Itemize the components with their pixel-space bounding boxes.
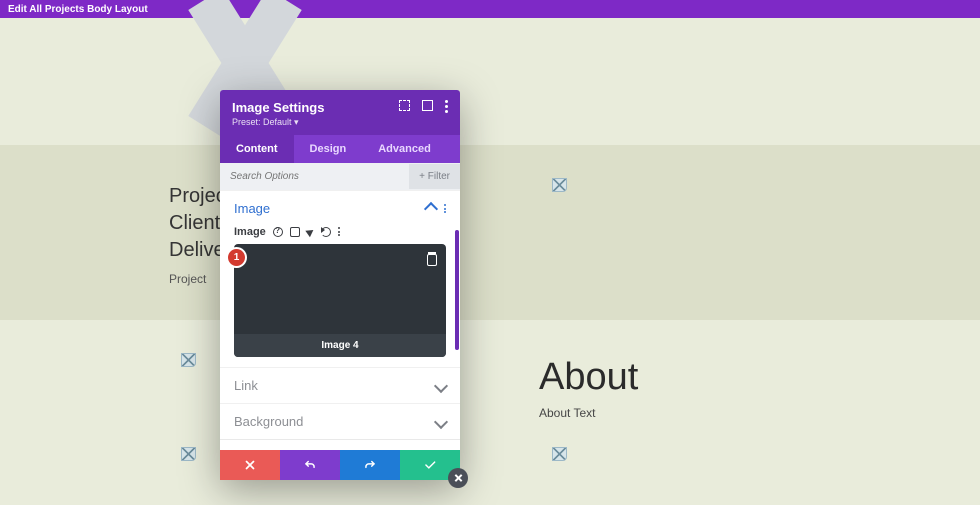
reset-icon[interactable]	[321, 227, 331, 237]
search-options-input[interactable]	[220, 163, 409, 190]
section-background-title: Background	[234, 414, 303, 429]
chevron-up-icon	[424, 201, 438, 215]
left-text-block: Projec Client Delive Project	[169, 183, 226, 286]
broken-image-icon	[181, 447, 196, 461]
modal-tabs: Content Design Advanced	[220, 135, 460, 163]
close-icon	[243, 458, 257, 472]
section-link: Link	[220, 367, 460, 403]
check-icon	[423, 458, 437, 472]
broken-image-icon	[552, 447, 567, 461]
image-preview[interactable]: Image 4	[234, 244, 446, 357]
section-image-title: Image	[234, 201, 270, 216]
section-background: Background	[220, 403, 460, 439]
section-admin-label-toggle[interactable]: Admin Label	[220, 440, 460, 450]
page-canvas: Projec Client Delive Project About About…	[0, 18, 980, 505]
kebab-menu-icon[interactable]	[445, 100, 448, 113]
section-admin-label: Admin Label	[220, 439, 460, 450]
section-link-toggle[interactable]: Link	[220, 368, 460, 403]
modal-preset-label[interactable]: Preset: Default ▾	[232, 117, 324, 128]
kebab-menu-icon[interactable]	[444, 204, 446, 213]
project-line-3: Delive	[169, 237, 226, 264]
section-image: Image Image 1	[220, 190, 460, 367]
hero-band	[0, 145, 980, 320]
about-heading: About	[539, 356, 638, 399]
undo-button[interactable]	[280, 450, 340, 480]
redo-button[interactable]	[340, 450, 400, 480]
snap-icon[interactable]	[422, 100, 433, 111]
search-row: Filter	[220, 163, 460, 190]
image-field-label-row: Image	[220, 226, 460, 244]
broken-image-icon	[181, 353, 196, 367]
admin-bar: Edit All Projects Body Layout	[0, 0, 980, 18]
broken-image-icon	[552, 178, 567, 192]
help-icon[interactable]	[273, 227, 283, 237]
modal-header[interactable]: Image Settings Preset: Default ▾	[220, 90, 460, 135]
project-line-2: Client	[169, 210, 226, 237]
hover-icon[interactable]	[305, 227, 315, 238]
filter-button[interactable]: Filter	[409, 164, 460, 189]
modal-body: Image Image 1	[220, 190, 460, 450]
project-subline: Project	[169, 272, 226, 286]
expand-icon[interactable]	[399, 100, 410, 111]
trash-icon[interactable]	[426, 252, 438, 266]
tab-design[interactable]: Design	[294, 135, 363, 163]
tab-advanced[interactable]: Advanced	[362, 135, 447, 163]
undo-icon	[303, 458, 317, 472]
image-preview-canvas	[234, 244, 446, 334]
admin-bar-title: Edit All Projects Body Layout	[8, 4, 148, 15]
about-text: About Text	[539, 406, 595, 420]
kebab-menu-icon[interactable]	[338, 227, 348, 237]
modal-footer	[220, 450, 460, 480]
responsive-icon[interactable]	[290, 227, 300, 237]
redo-icon	[363, 458, 377, 472]
section-image-toggle[interactable]: Image	[220, 191, 460, 226]
cancel-button[interactable]	[220, 450, 280, 480]
project-line-1: Projec	[169, 183, 226, 210]
chevron-down-icon	[434, 414, 448, 428]
section-background-toggle[interactable]: Background	[220, 404, 460, 439]
section-link-title: Link	[234, 378, 258, 393]
resize-handle[interactable]	[448, 468, 468, 488]
modal-title: Image Settings	[232, 100, 324, 115]
modal-scrollbar[interactable]	[455, 230, 459, 410]
image-field-label: Image	[234, 226, 266, 238]
chevron-down-icon	[434, 378, 448, 392]
tab-content[interactable]: Content	[220, 135, 294, 163]
image-settings-modal: Image Settings Preset: Default ▾ Content…	[220, 90, 460, 480]
callout-badge-1: 1	[228, 249, 245, 266]
image-preview-wrap: 1 Image 4	[220, 244, 460, 367]
image-preview-caption: Image 4	[234, 334, 446, 357]
